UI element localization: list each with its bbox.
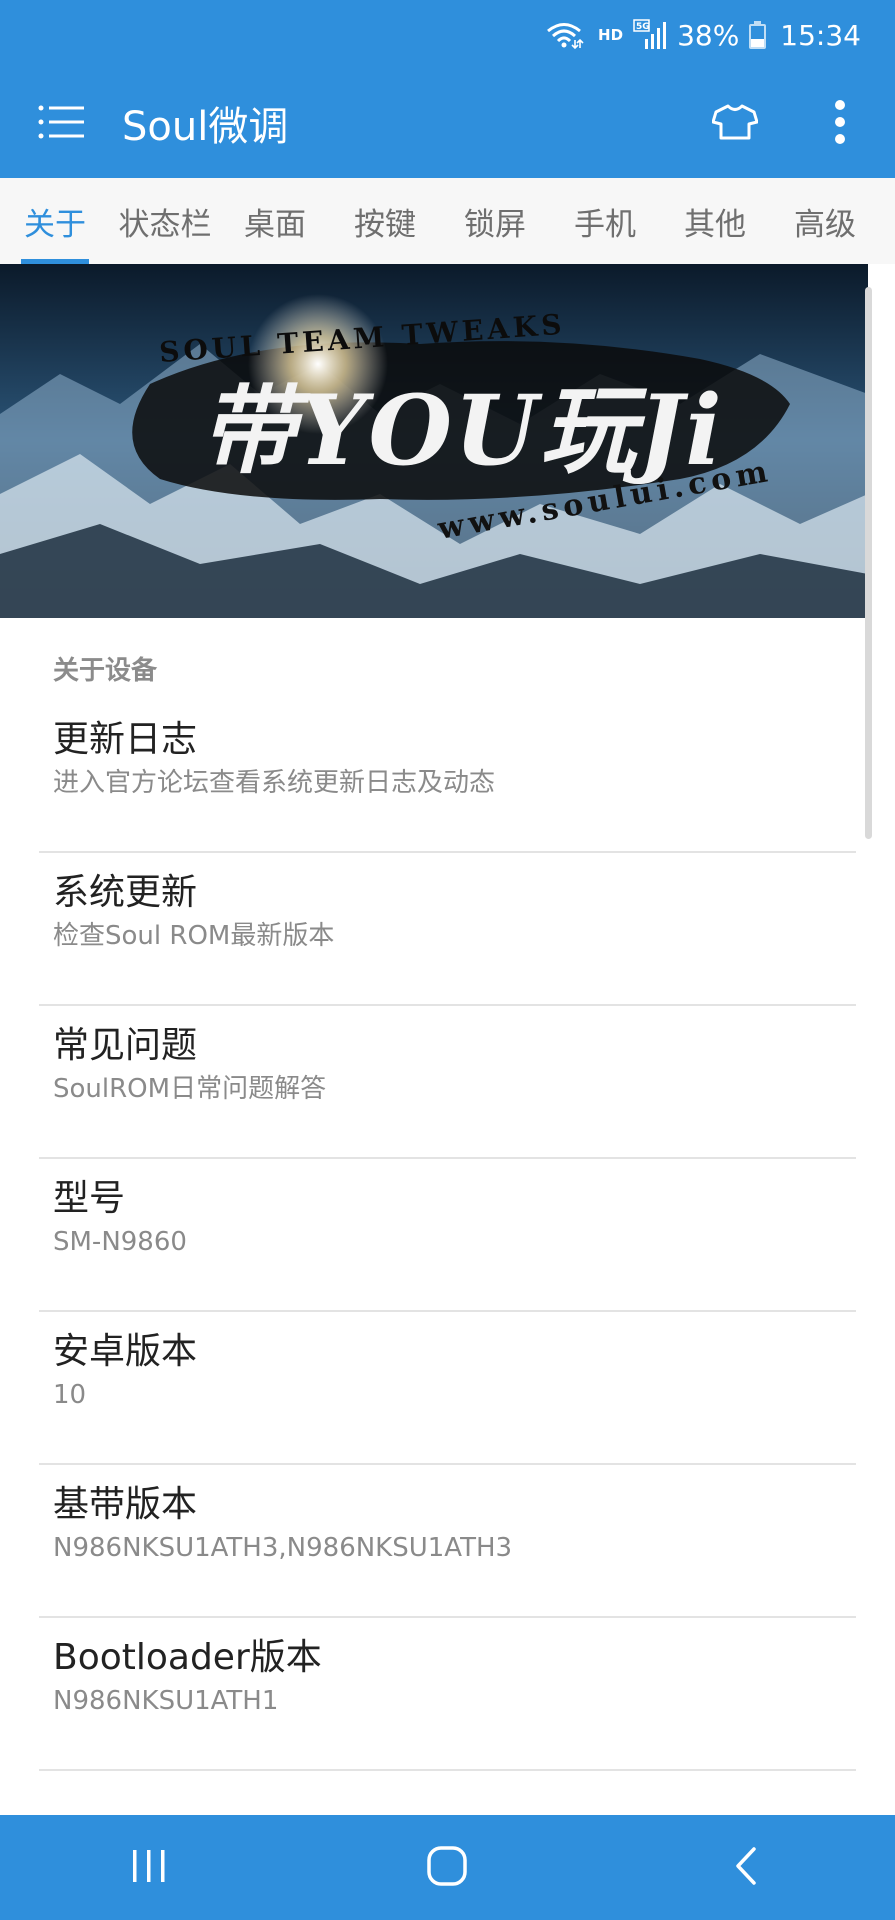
tab-keys[interactable]: 按键 (330, 178, 440, 264)
list-item-system-update[interactable]: 系统更新 检查Soul ROM最新版本 (0, 853, 895, 1006)
tab-desktop[interactable]: 桌面 (220, 178, 330, 264)
item-title: 安卓版本 (53, 1331, 198, 1372)
banner-image: SOUL TEAM TWEAKS 带YOU玩Ji www.soului.com (0, 264, 868, 618)
hd-label: HD (598, 26, 624, 44)
item-subtitle: N986NKSU1ATH1 (53, 1686, 279, 1716)
menu-button[interactable] (0, 70, 122, 178)
item-subtitle: SoulROM日常问题解答 (53, 1074, 327, 1104)
list-item-android-version[interactable]: 安卓版本 10 (0, 1312, 895, 1465)
menu-icon (38, 105, 84, 143)
battery-level (751, 39, 765, 47)
item-title: 型号 (53, 1178, 126, 1219)
network-label: 5G (636, 22, 650, 32)
item-title: 系统更新 (53, 872, 198, 913)
list-item-bootloader-version[interactable]: Bootloader版本 N986NKSU1ATH1 (0, 1618, 895, 1771)
list-item-baseband-version[interactable]: 基带版本 N986NKSU1ATH3,N986NKSU1ATH3 (0, 1465, 895, 1618)
section-header: 关于设备 (53, 656, 158, 686)
banner-line2: 带YOU玩Ji (200, 374, 724, 487)
list-item-model[interactable]: 型号 SM-N9860 (0, 1159, 895, 1312)
signal-icon: 5G (633, 19, 667, 51)
theme-button[interactable] (685, 70, 785, 178)
app-bar: Soul微调 (0, 70, 895, 178)
item-title: 常见问题 (53, 1025, 198, 1066)
item-subtitle: 进入官方论坛查看系统更新日志及动态 (53, 768, 496, 798)
more-options-button[interactable] (785, 70, 895, 178)
item-subtitle: N986NKSU1ATH3,N986NKSU1ATH3 (53, 1533, 513, 1563)
tab-phone[interactable]: 手机 (550, 178, 660, 264)
tshirt-icon (711, 103, 759, 145)
item-title: Bootloader版本 (53, 1637, 322, 1678)
recents-icon (129, 1848, 169, 1888)
status-bar: HD 5G 38% 15:34 (0, 0, 895, 70)
navigation-bar (0, 1815, 895, 1920)
battery-percent: 38% (677, 18, 740, 52)
item-subtitle: SM-N9860 (53, 1227, 187, 1257)
tab-about[interactable]: 关于 (0, 178, 110, 264)
divider (39, 1769, 856, 1771)
clock: 15:34 (780, 18, 861, 52)
tab-lockscreen[interactable]: 锁屏 (440, 178, 550, 264)
tab-advanced[interactable]: 高级 (770, 178, 880, 264)
about-device-list: 关于设备 更新日志 进入官方论坛查看系统更新日志及动态 系统更新 检查Soul … (0, 618, 895, 1771)
list-item-faq[interactable]: 常见问题 SoulROM日常问题解答 (0, 1006, 895, 1159)
more-vert-icon (834, 99, 846, 149)
battery-icon (749, 21, 767, 49)
recents-button[interactable] (69, 1815, 229, 1920)
tab-other[interactable]: 其他 (660, 178, 770, 264)
app-title: Soul微调 (122, 104, 289, 150)
item-title: 基带版本 (53, 1484, 198, 1525)
tab-bar: 关于 状态栏 桌面 按键 锁屏 手机 其他 高级 (0, 178, 895, 264)
back-icon (732, 1846, 760, 1890)
back-button[interactable] (666, 1815, 826, 1920)
tab-statusbar[interactable]: 状态栏 (110, 178, 220, 264)
list-item-changelog[interactable]: 更新日志 进入官方论坛查看系统更新日志及动态 (0, 718, 895, 853)
item-title: 更新日志 (53, 719, 198, 760)
item-subtitle: 10 (53, 1380, 87, 1410)
home-button[interactable] (367, 1815, 527, 1920)
wifi-icon (544, 20, 584, 50)
item-subtitle: 检查Soul ROM最新版本 (53, 921, 335, 951)
home-icon (426, 1845, 468, 1891)
